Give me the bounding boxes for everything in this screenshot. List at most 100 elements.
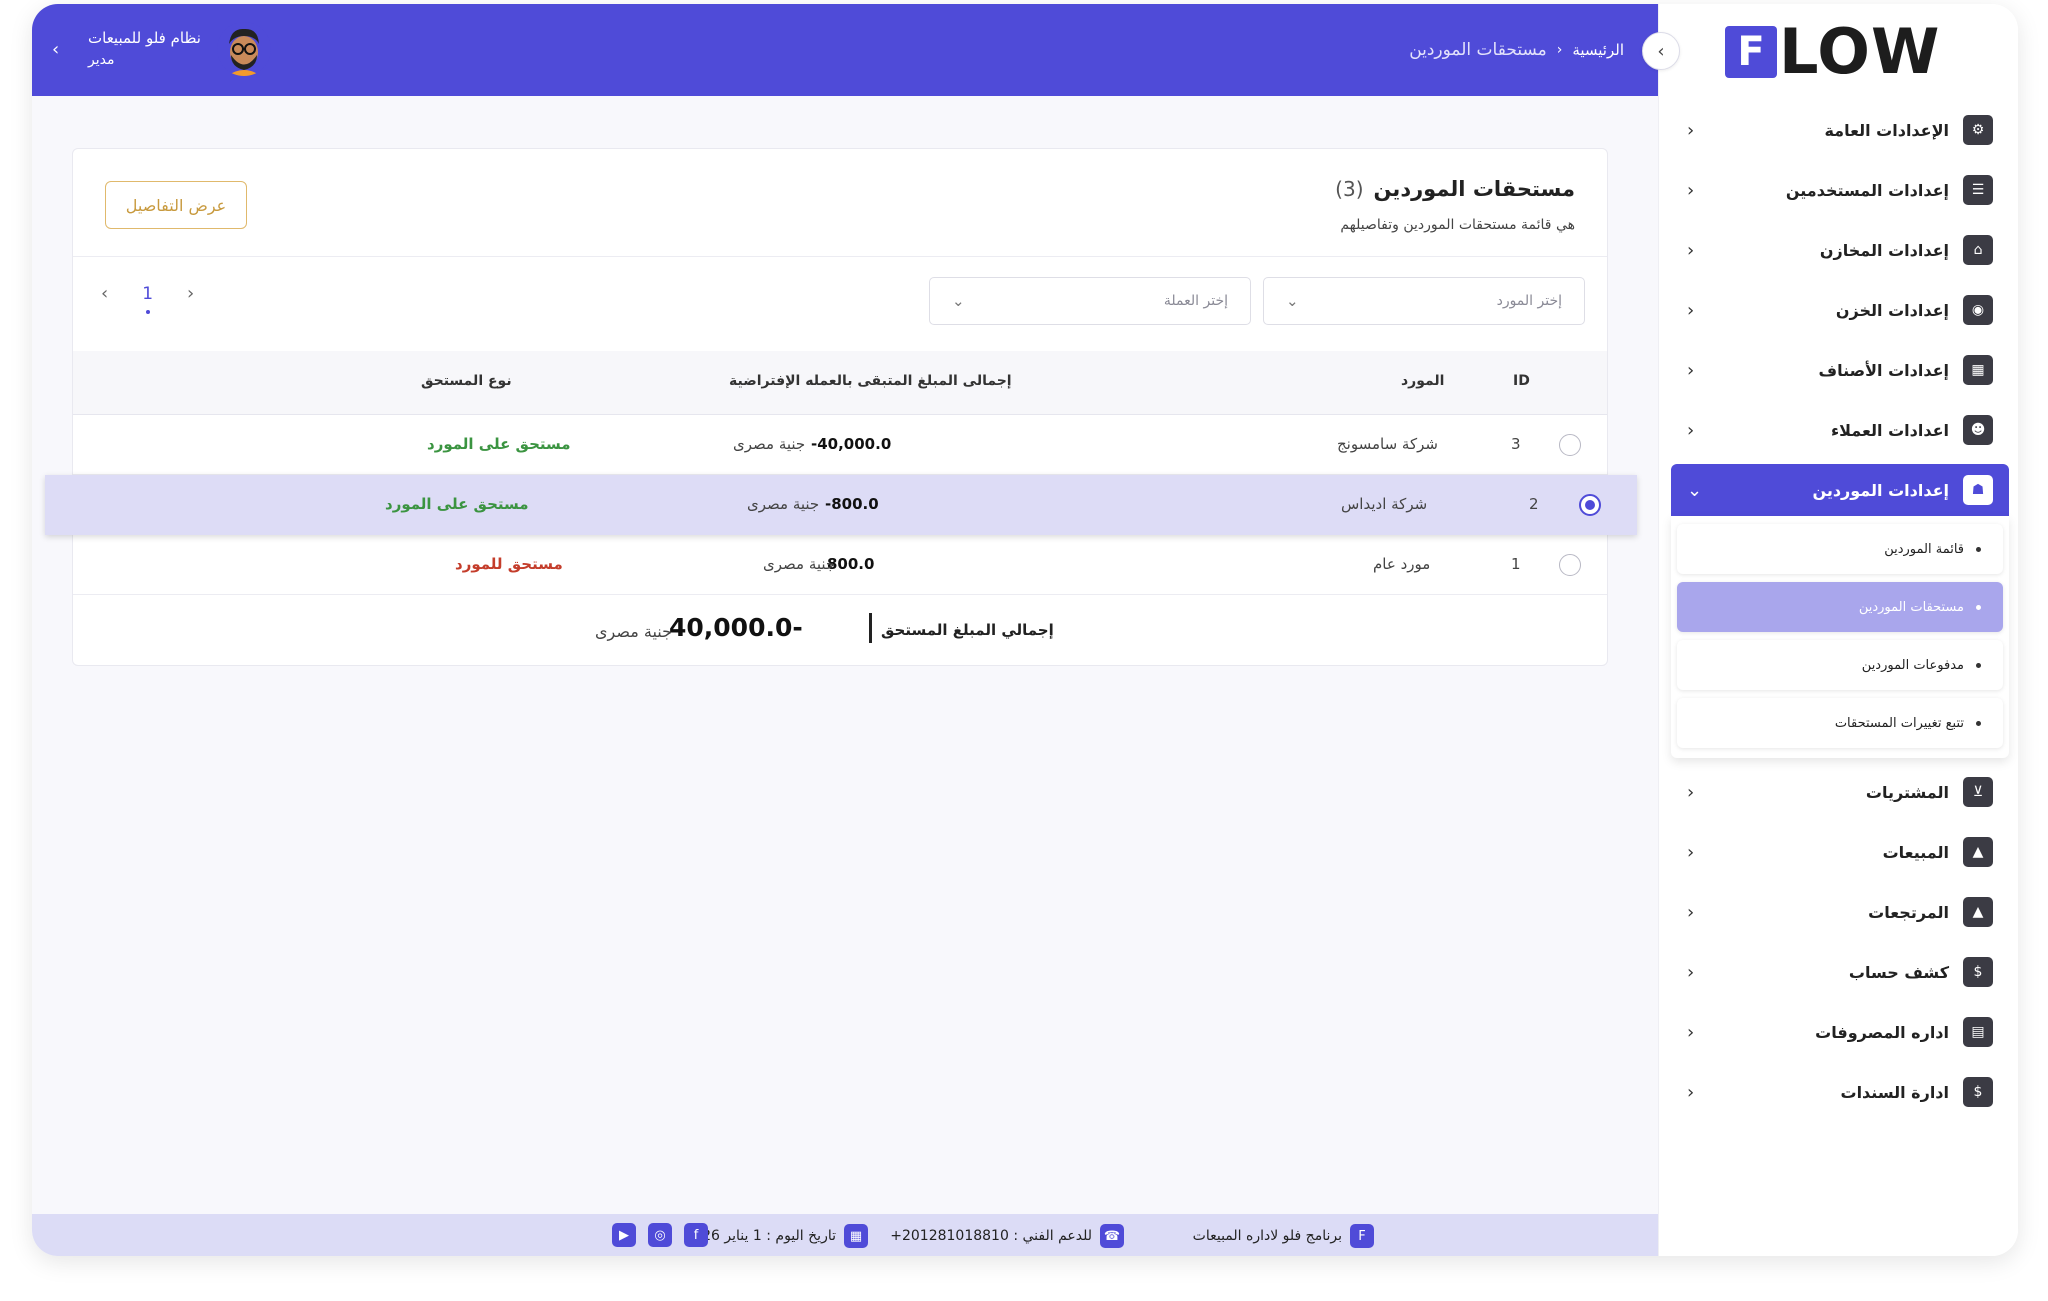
cell-amount: 40,000.0- bbox=[811, 435, 891, 453]
footer-support-text: للدعم الفني : 201281018810+ bbox=[890, 1228, 1092, 1244]
users-icon: ☻ bbox=[1963, 415, 1993, 445]
table-row[interactable]: 3 شركة سامسونج 40,000.0- جنية مصرى مستحق… bbox=[73, 415, 1607, 475]
breadcrumb-current: مستحقات الموردين bbox=[1409, 40, 1547, 60]
cell-currency: جنية مصرى bbox=[747, 495, 820, 513]
calculator-icon: ▤ bbox=[1963, 1017, 1993, 1047]
submenu-item-suppliers-payments[interactable]: مدفوعات الموردين bbox=[1677, 640, 2003, 690]
chevron-left-icon: ‹ bbox=[1687, 961, 1695, 983]
sidebar-item-user-settings[interactable]: ☰ إعدادات المستخدمين ‹ bbox=[1671, 164, 2009, 216]
submenu-item-label: مدفوعات الموردين bbox=[1861, 657, 1964, 673]
submenu-item-suppliers-list[interactable]: قائمة الموردين bbox=[1677, 524, 2003, 574]
user-name: نظام فلو للمبيعات bbox=[88, 29, 201, 47]
sidebar-item-expenses[interactable]: ▤ اداره المصروفات ‹ bbox=[1671, 1006, 2009, 1058]
prev-page-button[interactable]: ‹ bbox=[101, 283, 108, 304]
total-value: 40,000.0- bbox=[669, 613, 803, 642]
submenu-item-label: مستحقات الموردين bbox=[1858, 599, 1964, 615]
main-content: مستحقات الموردين (3) هي قائمة مستحقات ال… bbox=[32, 96, 1658, 1216]
currency-select[interactable]: إختر العملة ⌄ bbox=[929, 277, 1251, 325]
store-icon: ⌂ bbox=[1963, 235, 1993, 265]
sidebar-item-label: إعدادات الخزن bbox=[1835, 300, 1949, 320]
sidebar-item-label: المرتجعات bbox=[1868, 902, 1949, 922]
sidebar-item-items-settings[interactable]: ▦ إعدادات الأصناف ‹ bbox=[1671, 344, 2009, 396]
safe-icon: ◉ bbox=[1963, 295, 1993, 325]
submenu-item-suppliers-dues[interactable]: مستحقات الموردين bbox=[1677, 582, 2003, 632]
user-menu[interactable]: ‹ نظام فلو للمبيعات مدير bbox=[52, 18, 271, 80]
facebook-icon[interactable]: f bbox=[684, 1223, 708, 1247]
headset-icon: ☎ bbox=[1100, 1224, 1124, 1248]
sidebar: F LOW ⚙ الإعدادات العامة ‹ ☰ إعدادات المست… bbox=[1658, 4, 2018, 1256]
chevron-left-icon: ‹ bbox=[1657, 40, 1665, 62]
sidebar-item-label: اداره المصروفات bbox=[1815, 1022, 1949, 1042]
page-title: مستحقات الموردين (3) bbox=[1335, 177, 1575, 201]
chevron-left-icon: ‹ bbox=[1687, 901, 1695, 923]
chevron-left-icon: ‹ bbox=[1687, 299, 1695, 321]
supplier-select-placeholder: إختر المورد bbox=[1496, 293, 1562, 309]
sidebar-item-warehouse-settings[interactable]: ⌂ إعدادات المخازن ‹ bbox=[1671, 224, 2009, 276]
chevron-left-icon: ‹ bbox=[1687, 179, 1695, 201]
column-header-id: ID bbox=[1513, 373, 1530, 389]
chevron-down-icon: ⌄ bbox=[1687, 479, 1703, 501]
sidebar-item-sales[interactable]: ▲ المبيعات ‹ bbox=[1671, 826, 2009, 878]
cell-supplier: شركة سامسونج bbox=[1337, 435, 1438, 453]
chevron-left-icon[interactable]: ‹ bbox=[52, 39, 72, 60]
sidebar-item-label: اعدادات العملاء bbox=[1830, 420, 1949, 440]
calendar-icon: ▦ bbox=[844, 1224, 868, 1248]
supplier-icon: ☗ bbox=[1963, 475, 1993, 505]
breadcrumb-home[interactable]: الرئيسية bbox=[1572, 41, 1624, 59]
user-info: نظام فلو للمبيعات مدير bbox=[88, 27, 201, 71]
submenu-item-dues-changes[interactable]: تتبع تغييرات المستحقات bbox=[1677, 698, 2003, 748]
submenu-item-label: تتبع تغييرات المستحقات bbox=[1834, 715, 1964, 731]
sidebar-item-account-statement[interactable]: $ كشف حساب ‹ bbox=[1671, 946, 2009, 998]
sidebar-item-label: المشتريات bbox=[1865, 782, 1949, 802]
avatar[interactable] bbox=[216, 22, 271, 76]
row-radio[interactable] bbox=[1559, 554, 1581, 576]
table-row[interactable]: 1 مورد عام 800.0 جنية مصرى مستحق للمورد bbox=[73, 535, 1607, 595]
flow-logo-icon: F bbox=[1350, 1224, 1374, 1248]
total-currency: جنية مصرى bbox=[595, 622, 673, 641]
cell-id: 3 bbox=[1511, 435, 1521, 453]
sidebar-item-customers-settings[interactable]: ☻ اعدادات العملاء ‹ bbox=[1671, 404, 2009, 456]
chevron-left-icon: ‹ bbox=[1687, 419, 1695, 441]
bullet-icon bbox=[1976, 662, 1981, 668]
sidebar-item-label: إعدادات المستخدمين bbox=[1785, 180, 1949, 200]
app-window: ‹ نظام فلو للمبيعات مدير الرئيسية ‹ مستح… bbox=[32, 4, 2018, 1256]
chevron-left-icon: ‹ bbox=[1687, 841, 1695, 863]
footer-app-name: F برنامج فلو لاداره المبيعات bbox=[1193, 1224, 1374, 1248]
user-card-icon: ☰ bbox=[1963, 175, 1993, 205]
sidebar-item-returns[interactable]: ▲ المرتجعات ‹ bbox=[1671, 886, 2009, 938]
grid-icon: ▦ bbox=[1963, 355, 1993, 385]
sidebar-item-general-settings[interactable]: ⚙ الإعدادات العامة ‹ bbox=[1671, 104, 2009, 156]
sidebar-item-vouchers[interactable]: $ ادارة السندات ‹ bbox=[1671, 1066, 2009, 1118]
cart-icon: ⊻ bbox=[1963, 777, 1993, 807]
view-details-button[interactable]: عرض التفاصيل bbox=[105, 181, 247, 229]
youtube-icon[interactable]: ▶ bbox=[612, 1223, 636, 1247]
table-row-selected[interactable]: 2 شركة اديداس 800.0- جنية مصرى مستحق على… bbox=[45, 475, 1637, 535]
pagination: ‹ 1 › bbox=[101, 283, 194, 314]
breadcrumb: الرئيسية ‹ مستحقات الموردين bbox=[1409, 40, 1624, 60]
sidebar-item-suppliers-settings[interactable]: ☗ إعدادات الموردين ⌄ bbox=[1671, 464, 2009, 516]
cell-type: مستحق على المورد bbox=[385, 495, 529, 513]
column-header-total: إجمالى المبلغ المتبقى بالعمله الإفتراضية bbox=[729, 373, 1012, 389]
logo-text: LOW bbox=[1779, 15, 1941, 88]
next-page-button[interactable]: › bbox=[187, 283, 194, 304]
cell-currency: جنية مصرى bbox=[733, 435, 806, 453]
bullet-icon bbox=[1976, 546, 1981, 552]
row-radio[interactable] bbox=[1559, 434, 1581, 456]
instagram-icon[interactable]: ◎ bbox=[648, 1223, 672, 1247]
sidebar-item-label: إعدادات المخازن bbox=[1819, 240, 1949, 260]
column-header-type: نوع المستحق bbox=[421, 373, 512, 389]
supplier-select[interactable]: إختر المورد ⌄ bbox=[1263, 277, 1585, 325]
row-radio-selected[interactable] bbox=[1579, 494, 1601, 516]
brand-logo[interactable]: F LOW bbox=[1725, 15, 1941, 88]
sidebar-item-label: ادارة السندات bbox=[1840, 1082, 1949, 1102]
sidebar-item-label: إعدادات الموردين bbox=[1812, 480, 1949, 500]
total-label: إجمالي المبلغ المستحق bbox=[881, 621, 1054, 639]
sidebar-item-purchases[interactable]: ⊻ المشتريات ‹ bbox=[1671, 766, 2009, 818]
chevron-left-icon: ‹ bbox=[1687, 781, 1695, 803]
cell-id: 1 bbox=[1511, 555, 1521, 573]
page-number[interactable]: 1 bbox=[142, 284, 153, 314]
sidebar-item-safe-settings[interactable]: ◉ إعدادات الخزن ‹ bbox=[1671, 284, 2009, 336]
footer-app-text: برنامج فلو لاداره المبيعات bbox=[1192, 1228, 1342, 1244]
sidebar-toggle-button[interactable]: ‹ bbox=[1642, 32, 1680, 70]
gear-icon: ⚙ bbox=[1963, 115, 1993, 145]
